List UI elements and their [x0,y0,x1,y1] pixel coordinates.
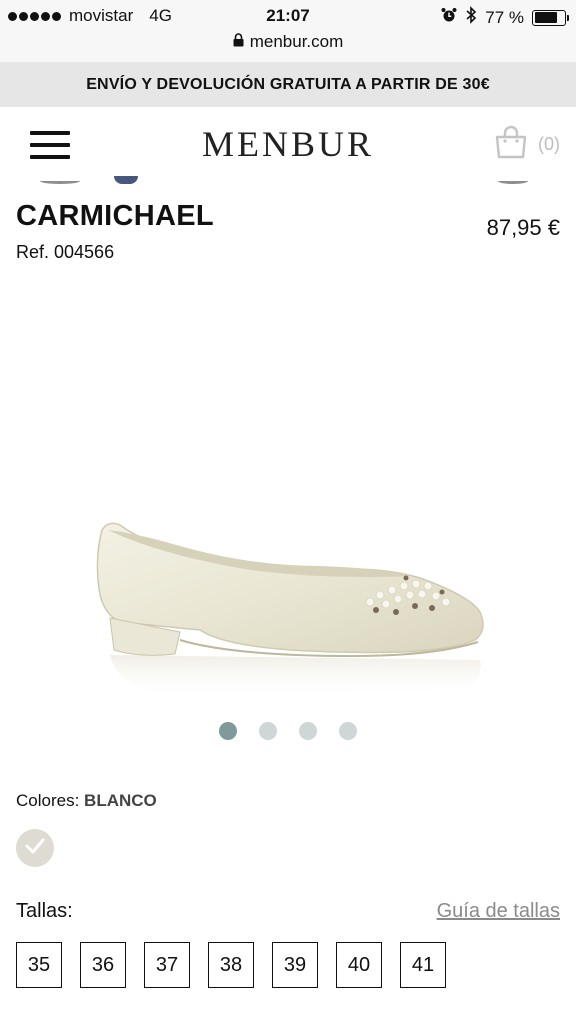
menu-icon[interactable] [30,131,70,159]
size-guide-link[interactable]: Guía de tallas [437,900,560,923]
product-title: CARMICHAEL [16,200,214,232]
promo-text: ENVÍO Y DEVOLUCIÓN GRATUITA A PARTIR DE … [86,75,490,93]
promo-banner: ENVÍO Y DEVOLUCIÓN GRATUITA A PARTIR DE … [0,62,576,107]
cart-count: (0) [538,134,560,154]
url-bar[interactable]: menbur.com [0,32,576,52]
thumbnail-peek [40,178,80,184]
pagination-dot[interactable] [299,722,317,740]
status-bar: movistar 4G 21:07 77 % menbur.com [0,0,576,62]
pagination-dot[interactable] [259,722,277,740]
image-pagination [0,722,576,740]
colors-label: Colores: [16,791,80,810]
product-image[interactable] [80,500,500,710]
url-text: menbur.com [249,32,344,51]
size-option-35[interactable]: 35 [16,942,62,988]
battery-icon [532,9,569,26]
size-option-41[interactable]: 41 [400,942,446,988]
lock-icon [233,32,244,52]
size-option-36[interactable]: 36 [80,942,126,988]
status-right: 77 % [441,6,569,29]
size-option-37[interactable]: 37 [144,942,190,988]
size-options: 35 36 37 38 39 40 41 [16,942,446,988]
colors-row: Colores: BLANCO [16,791,157,811]
size-option-38[interactable]: 38 [208,942,254,988]
thumbnail-peek [114,176,138,184]
product-reference: Ref. 004566 [16,242,115,262]
checkmark-icon [24,837,46,860]
pagination-dot[interactable] [339,722,357,740]
site-logo[interactable]: MENBUR [0,123,576,165]
size-option-39[interactable]: 39 [272,942,318,988]
bluetooth-icon [465,6,477,29]
site-header: MENBUR (0) [0,107,576,181]
product-price: 87,95 € [486,215,560,240]
alarm-icon [441,7,457,28]
size-option-40[interactable]: 40 [336,942,382,988]
selected-color: BLANCO [84,791,157,810]
shopping-bag-icon [494,125,528,164]
battery-percent: 77 % [485,7,524,27]
pagination-dot[interactable] [219,722,237,740]
sizes-label: Tallas: [16,900,73,922]
color-swatch-blanco[interactable] [16,829,54,867]
cart-button[interactable]: (0) [494,125,560,164]
thumbnail-peek [498,178,528,184]
